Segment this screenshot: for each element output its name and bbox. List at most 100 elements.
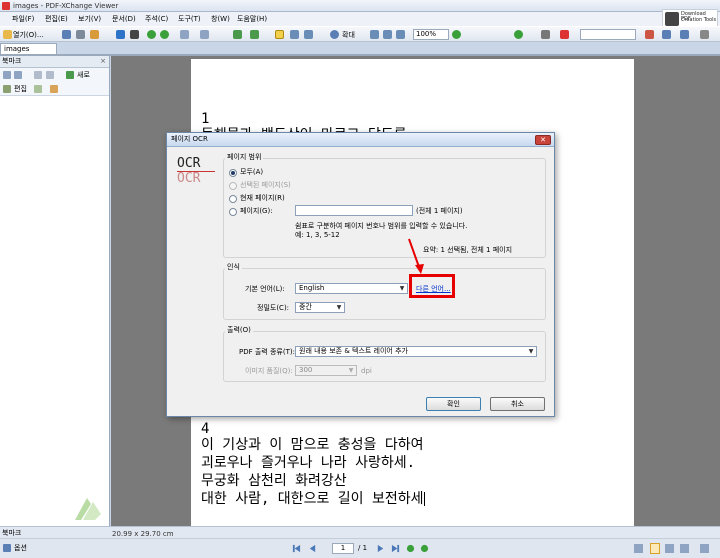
radio-current-page-label[interactable]: 현재 페이지(R) <box>240 194 285 203</box>
nav-forward-icon[interactable] <box>420 544 429 553</box>
select-text-icon[interactable] <box>290 30 299 39</box>
navigation-bar: 옵션 1 / 1 <box>0 538 720 558</box>
redo-icon[interactable] <box>200 30 209 39</box>
zoom-in-bookmark-icon[interactable] <box>34 71 42 79</box>
edit-bookmark-button[interactable]: 편집 <box>14 84 27 94</box>
zoom-out-bookmark-icon[interactable] <box>46 71 54 79</box>
zoom-in-icon[interactable] <box>452 30 461 39</box>
image-quality-select[interactable]: 300 ▼ <box>295 365 357 376</box>
options-icon[interactable] <box>3 544 11 552</box>
menu-file[interactable]: 파일(F) <box>12 14 34 24</box>
page-ocr-dialog: 페이지 OCR ✕ OCR OCR 페이지 범위 모두(A) 선택된 페이지(S… <box>166 132 555 417</box>
options-button[interactable]: 옵션 <box>14 543 27 553</box>
radio-current-page[interactable] <box>229 195 237 203</box>
menu-tools[interactable]: 도구(T) <box>178 14 201 24</box>
status-bar: 북마크 20.99 x 29.70 cm 옵션 1 / 1 <box>0 526 720 558</box>
search-input[interactable] <box>580 29 636 40</box>
edit-bookmark-icon[interactable] <box>3 85 11 93</box>
open-button[interactable]: 열기(O)... <box>13 30 44 40</box>
zoom-icon[interactable] <box>330 30 339 39</box>
radio-selected-pages[interactable] <box>229 182 237 190</box>
menu-comments[interactable]: 주석(C) <box>145 14 168 24</box>
fit-width-icon[interactable] <box>396 30 405 39</box>
first-page-icon[interactable] <box>292 544 301 553</box>
ok-button[interactable]: 확인 <box>426 397 481 411</box>
facing-page-icon[interactable] <box>665 544 674 553</box>
scan-icon[interactable] <box>90 30 99 39</box>
menu-view[interactable]: 보기(V) <box>78 14 101 24</box>
accuracy-select[interactable]: 중간 ▼ <box>295 302 345 313</box>
bookmarks-watermark-icon <box>75 498 101 520</box>
dialog-title-bar: 페이지 OCR ✕ <box>167 133 554 147</box>
email-icon[interactable] <box>116 30 125 39</box>
back-icon[interactable] <box>147 30 156 39</box>
previous-page-icon[interactable] <box>308 544 317 553</box>
collapse-icon[interactable] <box>14 71 22 79</box>
title-bar: images - PDF-XChange Viewer <box>0 0 720 12</box>
expand-icon[interactable] <box>3 71 11 79</box>
radio-selected-pages-label[interactable]: 선택된 페이지(S) <box>240 181 291 190</box>
menu-bar: 파일(F) 편집(E) 보기(V) 문서(D) 주석(C) 도구(T) 창(W)… <box>0 12 720 26</box>
open-folder-icon[interactable] <box>3 30 12 39</box>
ocr-icon[interactable] <box>130 30 139 39</box>
bookmarks-title: 북마크 <box>2 57 22 65</box>
next-view-icon[interactable] <box>514 30 523 39</box>
total-pages-note: (전체 1 페이지) <box>416 207 463 215</box>
zoom-level-select[interactable]: 100% <box>413 29 449 40</box>
forward-icon[interactable] <box>160 30 169 39</box>
radio-all-pages[interactable] <box>229 169 237 177</box>
rotate-right-icon[interactable] <box>250 30 259 39</box>
page-number-1: 1 <box>201 111 210 127</box>
dialog-close-button[interactable]: ✕ <box>535 135 551 145</box>
find-icon[interactable] <box>541 30 550 39</box>
radio-page-range[interactable] <box>229 208 237 216</box>
undo-icon[interactable] <box>180 30 189 39</box>
snapshot-icon[interactable] <box>304 30 313 39</box>
last-page-icon[interactable] <box>391 544 400 553</box>
pdf-output-type-select[interactable]: 원래 내용 보존 & 텍스트 레이어 추가 ▼ <box>295 346 537 357</box>
menu-window[interactable]: 창(W) <box>211 14 230 24</box>
search-options-icon[interactable] <box>645 30 654 39</box>
page-text-line: 무궁화 삼천리 화려강산 <box>201 473 347 489</box>
hand-tool-icon[interactable] <box>275 30 284 39</box>
close-icon[interactable]: × <box>100 56 106 67</box>
bookmark-delete-icon[interactable] <box>50 85 58 93</box>
menu-help[interactable]: 도움말(H) <box>237 14 267 24</box>
continuous-facing-icon[interactable] <box>680 544 689 553</box>
dialog-title: 페이지 OCR <box>171 135 208 143</box>
page-range-input[interactable] <box>295 205 413 216</box>
highlight-icon[interactable] <box>560 30 569 39</box>
page-number-4: 4 <box>201 421 210 437</box>
cancel-button[interactable]: 취소 <box>490 397 545 411</box>
view-options-icon[interactable] <box>700 544 709 553</box>
image-quality-value: 300 <box>299 366 313 374</box>
next-page-icon[interactable] <box>376 544 385 553</box>
menu-document[interactable]: 문서(D) <box>112 14 136 24</box>
rotate-icon[interactable] <box>233 30 242 39</box>
menu-edit[interactable]: 편집(E) <box>45 14 68 24</box>
nav-back-icon[interactable] <box>406 544 415 553</box>
current-page-input[interactable]: 1 <box>332 543 354 554</box>
print-icon[interactable] <box>76 30 85 39</box>
red-highlight-box <box>409 274 455 298</box>
continuous-page-icon[interactable] <box>650 543 660 554</box>
search-prev-icon[interactable] <box>662 30 671 39</box>
new-bookmark-icon[interactable] <box>66 71 74 79</box>
cancel-button-label: 취소 <box>511 400 524 408</box>
single-page-icon[interactable] <box>634 544 643 553</box>
tools-icon[interactable] <box>680 30 689 39</box>
output-label: 출력(O) <box>225 326 253 335</box>
primary-language-select[interactable]: English ▼ <box>295 283 408 294</box>
toolbar-options-icon[interactable] <box>700 30 709 39</box>
new-bookmark-button[interactable]: 새로 <box>77 70 90 80</box>
radio-all-pages-label[interactable]: 모두(A) <box>240 168 263 177</box>
actual-size-icon[interactable] <box>370 30 379 39</box>
fit-page-icon[interactable] <box>383 30 392 39</box>
save-icon[interactable] <box>62 30 71 39</box>
bookmark-up-icon[interactable] <box>34 85 42 93</box>
ocr-logo-text: OCR <box>177 156 201 171</box>
bookmarks-tab[interactable]: 북마크 <box>2 529 21 538</box>
radio-page-range-label[interactable]: 페이지(G): <box>240 207 273 216</box>
primary-language-label: 기본 언어(L): <box>245 285 285 293</box>
zoom-button[interactable]: 확대 <box>342 30 355 40</box>
